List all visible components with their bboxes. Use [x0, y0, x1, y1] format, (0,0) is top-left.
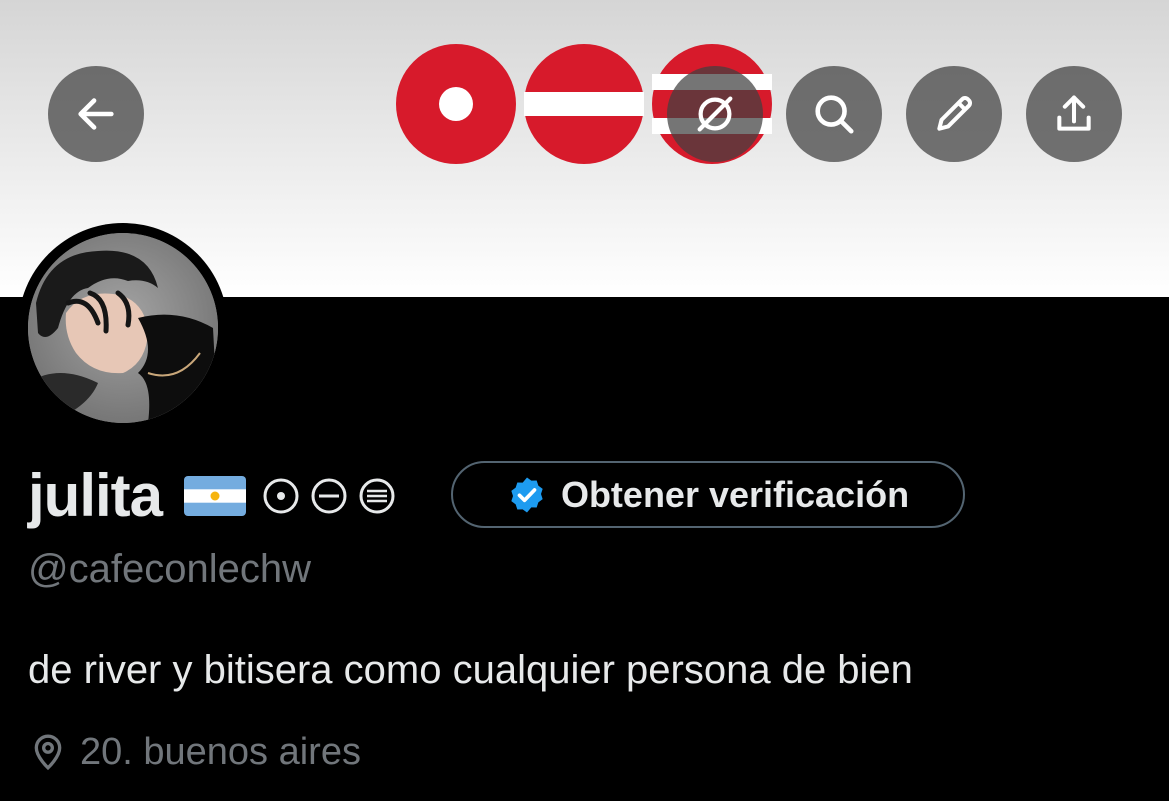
location-pin-icon [34, 734, 62, 771]
avatar[interactable] [28, 233, 218, 423]
location-text: 20. buenos aires [80, 731, 361, 773]
grok-button[interactable] [667, 66, 763, 162]
name-symbols [262, 477, 396, 515]
share-icon [1057, 95, 1091, 131]
circled-minus-icon [311, 478, 347, 514]
share-button[interactable] [1026, 66, 1122, 162]
display-name: julita [28, 462, 163, 529]
circled-dot-icon [263, 478, 299, 514]
search-icon [815, 95, 854, 134]
arrow-left-icon [78, 98, 114, 130]
profile-bio: de river y bitisera como cualquier perso… [28, 648, 913, 692]
circled-equals-icon [359, 478, 395, 514]
profile-location: 20. buenos aires [28, 728, 361, 776]
name-row: julita [28, 460, 396, 532]
search-button[interactable] [786, 66, 882, 162]
get-verified-label: Obtener verificación [560, 473, 910, 515]
edit-icon [937, 96, 972, 131]
avatar-photo [28, 233, 218, 423]
get-verified-button[interactable]: Obtener verificación [451, 461, 965, 528]
edit-button[interactable] [906, 66, 1002, 162]
grok-icon [697, 96, 733, 132]
verified-badge-icon [511, 477, 543, 512]
username-handle: @cafeconlechw [28, 547, 311, 591]
back-button[interactable] [48, 66, 144, 162]
argentina-flag-icon [184, 476, 247, 516]
